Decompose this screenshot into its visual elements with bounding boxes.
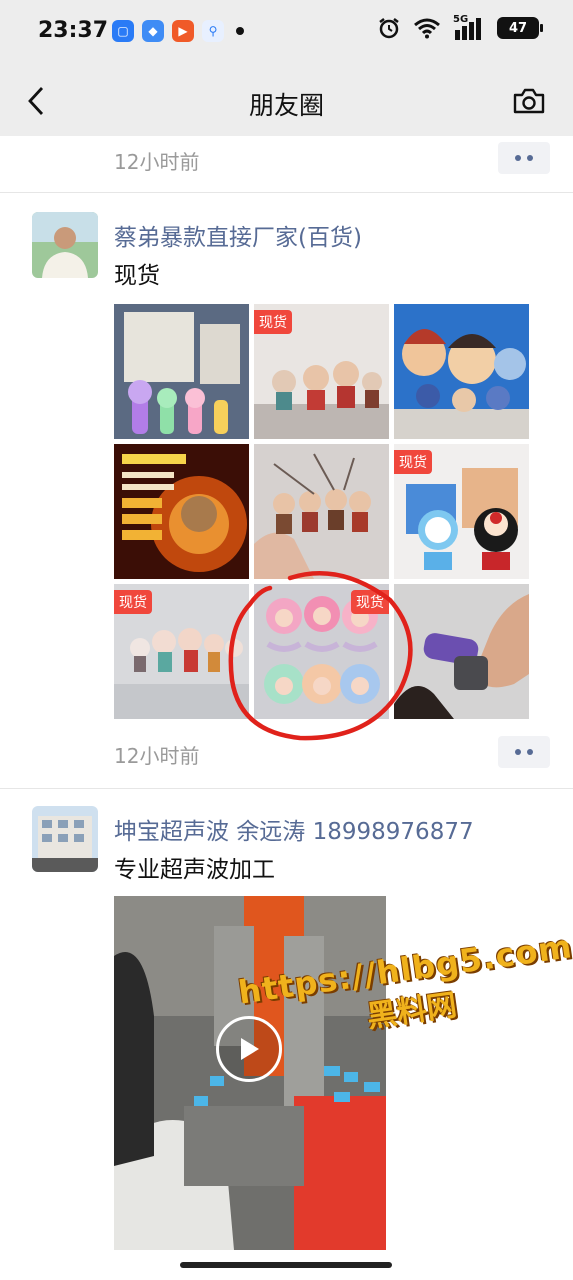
stock-tag: 现货: [114, 590, 152, 614]
video-app-icon: ▶: [172, 20, 194, 42]
battery-level: 47: [508, 20, 528, 36]
stock-tag: 现货: [394, 450, 432, 474]
post-text: 现货: [114, 263, 160, 289]
search-app-icon: ⚲: [202, 20, 224, 42]
notification-dot-icon: [236, 27, 244, 35]
post-author-name[interactable]: 坤宝超声波 余远涛 18998976877: [114, 812, 474, 846]
photo-thumbnail[interactable]: [394, 304, 529, 439]
post-footer: 12小时前: [0, 140, 573, 180]
status-system-icons: 5G 47: [377, 14, 543, 40]
feather-app-icon: ◆: [142, 20, 164, 42]
more-actions-button[interactable]: [498, 736, 550, 768]
status-time: 23:37: [38, 18, 109, 43]
post-author-name[interactable]: 蔡弟暴款直接厂家(百货): [114, 218, 362, 252]
dot-icon: [515, 155, 521, 161]
dot-icon: [515, 749, 521, 755]
author-avatar[interactable]: [32, 212, 98, 278]
video-thumbnail[interactable]: [114, 896, 386, 1250]
author-avatar[interactable]: [32, 806, 98, 872]
post-divider: [0, 788, 573, 789]
stock-tag: 现货: [254, 310, 292, 334]
wifi-icon: [414, 18, 440, 39]
post-text: 专业超声波加工: [114, 857, 275, 883]
photo-thumbnail[interactable]: [114, 444, 249, 579]
page-title: 朋友圈: [248, 91, 324, 120]
annotation-circle: [228, 571, 413, 741]
photo-thumbnail[interactable]: 现货: [254, 304, 389, 439]
nav-bar: 朋友圈: [0, 66, 573, 136]
photo-thumbnail[interactable]: [114, 304, 249, 439]
camera-icon: [513, 88, 545, 114]
dot-icon: [527, 749, 533, 755]
post-divider: [0, 192, 573, 193]
dot-icon: [527, 155, 533, 161]
signal-icon: 5G: [453, 14, 485, 40]
camera-button[interactable]: [509, 82, 549, 120]
battery-icon: 47: [497, 17, 543, 39]
alarm-icon: [379, 18, 399, 39]
post-footer: 12小时前: [0, 734, 573, 774]
post-timestamp: 12小时前: [114, 744, 200, 768]
post-timestamp: 12小时前: [114, 150, 200, 174]
folder-app-icon: ▢: [112, 20, 134, 42]
more-actions-button[interactable]: [498, 142, 550, 174]
status-app-icons: ▢ ◆ ▶ ⚲: [112, 20, 244, 42]
photo-thumbnail[interactable]: 现货: [394, 444, 529, 579]
photo-thumbnail[interactable]: [254, 444, 389, 579]
home-indicator[interactable]: [180, 1262, 392, 1268]
status-bar: 23:37 ▢ ◆ ▶ ⚲ 5G 47: [0, 0, 573, 66]
